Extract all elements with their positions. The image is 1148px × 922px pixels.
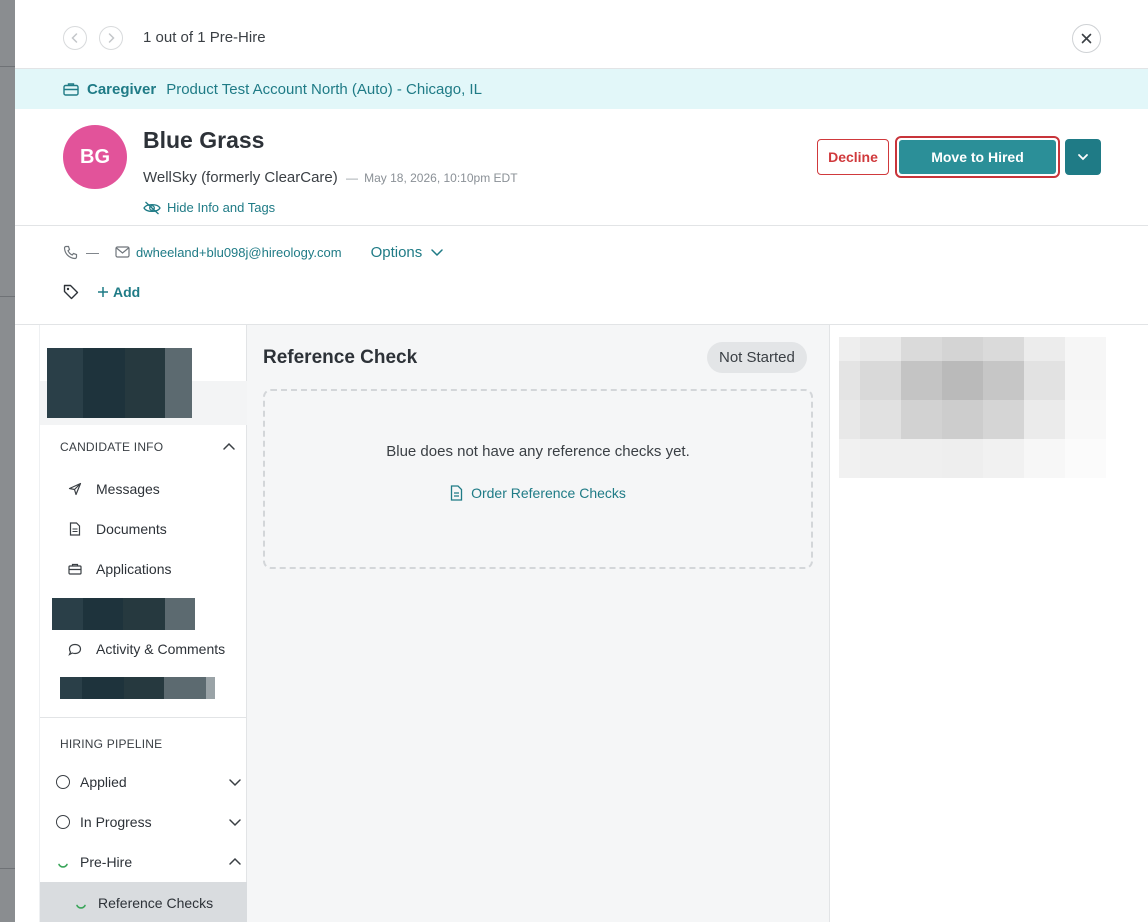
sidebar: CANDIDATE INFO Messages Documents Applic… (39, 325, 247, 922)
tag-icon (63, 284, 79, 300)
sidebar-item-documents[interactable]: Documents (66, 519, 167, 539)
candidate-panel: 1 out of 1 Pre-Hire Caregiver Product Te… (15, 0, 1148, 922)
divider (15, 225, 1148, 226)
empty-state-message: Blue does not have any reference checks … (386, 443, 690, 460)
redacted-block (47, 348, 192, 418)
pipeline-stage-label: In Progress (80, 814, 152, 830)
decline-button[interactable]: Decline (817, 139, 889, 175)
candidate-source: WellSky (formerly ClearCare) (143, 169, 338, 186)
sidebar-item-label: Applications (96, 561, 172, 577)
more-actions-button[interactable] (1065, 139, 1101, 175)
candidate-count: 1 out of 1 Pre-Hire (143, 29, 266, 46)
stage-status-icon (56, 775, 70, 789)
briefcase-icon (68, 563, 82, 575)
sidebar-item-label: Documents (96, 521, 167, 537)
mail-icon (115, 246, 130, 258)
job-location[interactable]: Product Test Account North (Auto) - Chic… (166, 81, 482, 98)
add-tag-button[interactable]: Add (97, 284, 140, 300)
email-link[interactable]: dwheeland+blu098j@hireology.com (136, 245, 342, 260)
previous-button[interactable] (63, 26, 87, 50)
chevron-left-icon (71, 33, 78, 43)
plus-icon (98, 287, 108, 297)
chevron-up-icon (229, 857, 241, 865)
pipeline-stage-in-progress[interactable]: In Progress (56, 812, 242, 832)
stage-status-icon (56, 815, 70, 829)
chevron-down-icon (431, 249, 444, 257)
chevron-down-icon (229, 819, 241, 827)
move-to-hired-focus-ring: Move to Hired (895, 136, 1060, 178)
send-icon (68, 482, 82, 496)
divider (40, 717, 247, 718)
top-nav: 1 out of 1 Pre-Hire (15, 0, 1148, 69)
order-link-label: Order Reference Checks (471, 485, 626, 501)
redacted-block (52, 598, 195, 630)
eye-off-icon (143, 201, 161, 214)
hiring-pipeline-title: HIRING PIPELINE (60, 737, 163, 751)
chevron-up-icon[interactable] (222, 440, 236, 454)
options-dropdown[interactable]: Options (371, 244, 445, 261)
redacted-block (60, 677, 215, 699)
job-banner: Caregiver Product Test Account North (Au… (15, 69, 1148, 109)
status-badge: Not Started (707, 342, 807, 373)
candidate-source-line: WellSky (formerly ClearCare) — May 18, 2… (143, 169, 518, 186)
pipeline-substep-label: Reference Checks (98, 895, 214, 911)
briefcase-icon (63, 83, 79, 96)
move-to-hired-button[interactable]: Move to Hired (899, 140, 1056, 174)
separator: — (345, 171, 358, 185)
options-label: Options (370, 243, 423, 261)
empty-state: Blue does not have any reference checks … (263, 389, 813, 569)
add-tag-label: Add (113, 284, 141, 300)
in-progress-spinner-icon (76, 904, 86, 909)
pipeline-stage-label: Pre-Hire (80, 854, 133, 870)
sidebar-item-label: Messages (96, 481, 160, 497)
candidate-info-title: CANDIDATE INFO (60, 440, 164, 454)
reference-check-panel: Reference Check Not Started Blue does no… (247, 325, 829, 922)
hide-info-toggle[interactable]: Hide Info and Tags (143, 200, 275, 215)
document-icon (450, 485, 463, 501)
close-icon (1081, 33, 1092, 44)
phone-value: — (86, 244, 99, 260)
order-reference-checks-link[interactable]: Order Reference Checks (265, 485, 811, 501)
pipeline-substep-reference-checks[interactable]: Reference Checks (40, 882, 247, 922)
pipeline-stage-pre-hire[interactable]: Pre-Hire (56, 852, 242, 872)
section-title: Reference Check (263, 347, 418, 368)
chevron-right-icon (108, 33, 115, 43)
candidate-name: Blue Grass (143, 127, 265, 153)
redacted-block (839, 337, 1106, 480)
chevron-down-icon (229, 779, 241, 787)
pipeline-stage-applied[interactable]: Applied (56, 772, 242, 792)
avatar: BG (63, 125, 127, 189)
chevron-down-icon (1078, 154, 1088, 161)
contact-row: — dwheeland+blu098j@hireology.com Option… (63, 241, 444, 263)
sidebar-item-messages[interactable]: Messages (66, 479, 160, 499)
in-progress-spinner-icon (58, 863, 68, 868)
modal-backdrop (0, 0, 15, 922)
document-icon (69, 522, 81, 536)
sidebar-item-activity[interactable]: Activity & Comments (66, 639, 225, 659)
pipeline-stage-label: Applied (80, 774, 127, 790)
tags-row: Add (63, 281, 140, 303)
phone-icon (63, 245, 78, 259)
sidebar-item-label: Activity & Comments (96, 641, 226, 657)
next-button[interactable] (99, 26, 123, 50)
sidebar-item-applications[interactable]: Applications (66, 559, 172, 579)
hide-info-label: Hide Info and Tags (167, 200, 276, 215)
applied-timestamp: May 18, 2026, 10:10pm EDT (364, 171, 518, 185)
comment-icon (68, 643, 82, 656)
job-title[interactable]: Caregiver (87, 81, 156, 98)
close-button[interactable] (1072, 24, 1101, 53)
right-sidebar (829, 325, 1148, 922)
